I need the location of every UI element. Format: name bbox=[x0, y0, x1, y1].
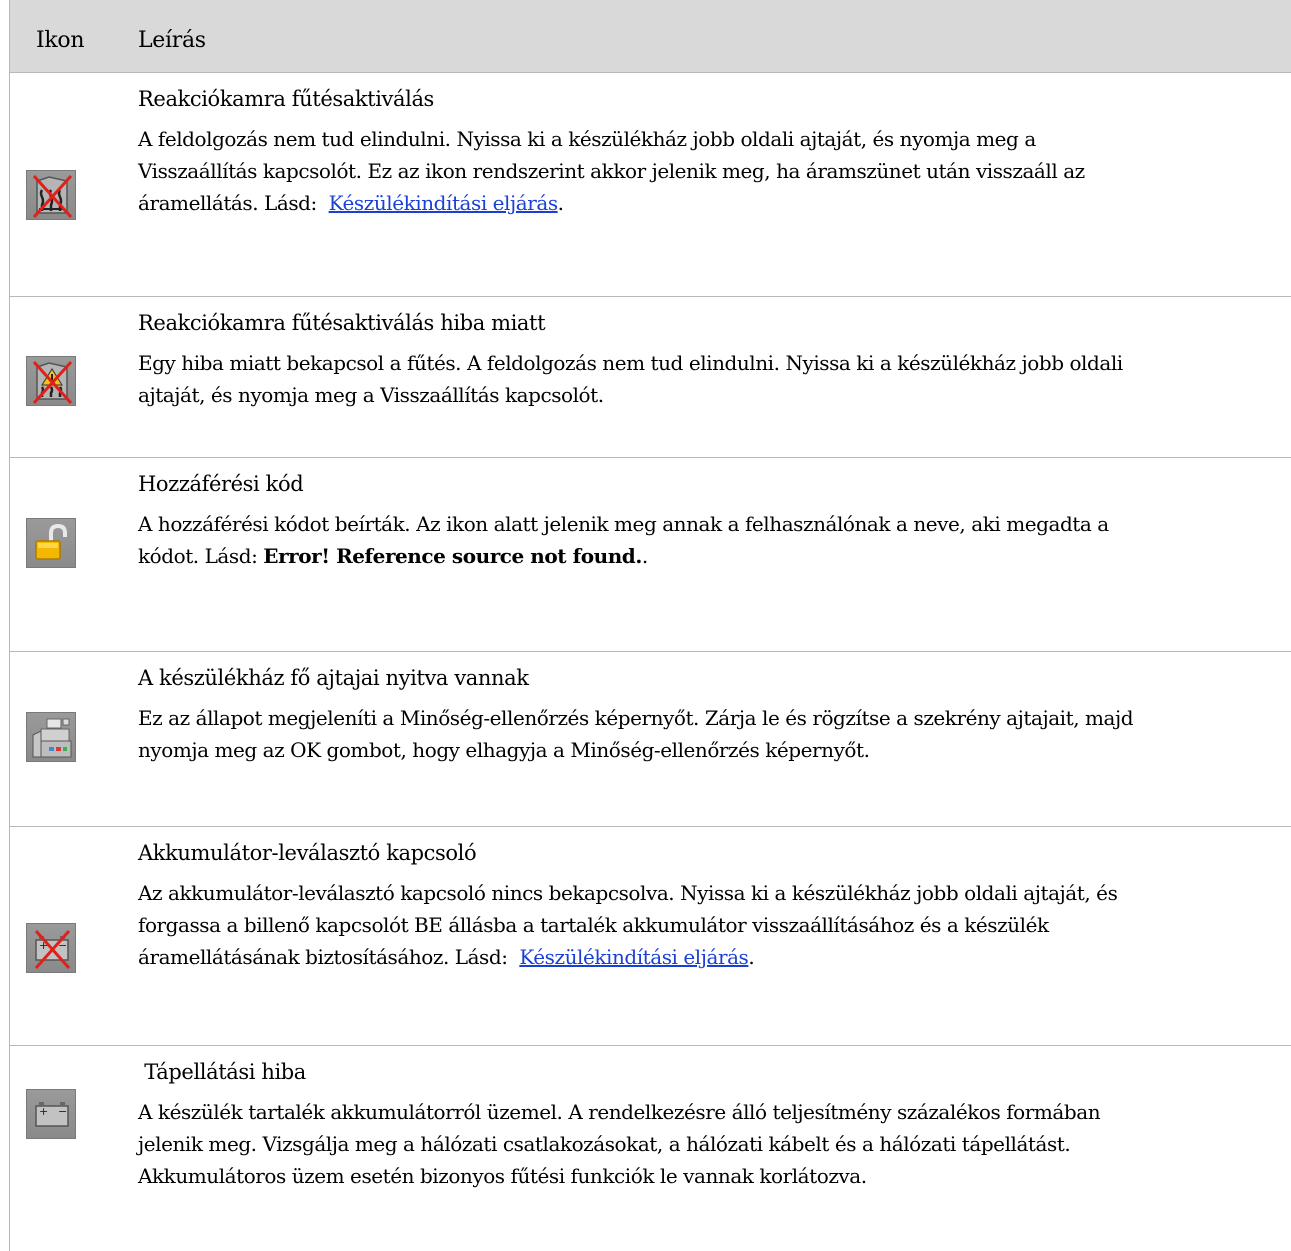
description-text: . bbox=[557, 191, 564, 215]
startup-procedure-link[interactable]: Készülékindítási eljárás bbox=[329, 191, 558, 215]
description-line: jelenik meg. Vizsgálja meg a hálózati cs… bbox=[138, 1132, 1071, 1156]
table-row: Reakciókamra fűtésaktiválás A feldolgozá… bbox=[10, 72, 1291, 296]
description-line: Egy hiba miatt bekapcsol a fűtés. A feld… bbox=[138, 351, 1123, 375]
description-line: kódot. Lásd: Error! Reference source not… bbox=[138, 540, 1288, 572]
battery-disconnected-icon: + − bbox=[26, 923, 76, 973]
icon-description-table: Ikon Leírás Reakciókamra fűtésaktiválás … bbox=[9, 0, 1291, 1251]
cabinet-doors-open-icon bbox=[26, 712, 76, 762]
table-row: + − Akkumulátor-leválasztó kapcsoló Az a… bbox=[10, 826, 1291, 1045]
description-line: A hozzáférési kódot beírták. Az ikon ala… bbox=[138, 512, 1109, 536]
description-line: forgassa a billenő kapcsolót BE állásba … bbox=[138, 913, 1049, 937]
padlock-open-icon bbox=[26, 518, 76, 568]
row-title: Reakciókamra fűtésaktiválás hiba miatt bbox=[138, 311, 546, 335]
heater-fault-icon bbox=[26, 356, 76, 406]
battery-icon: + − bbox=[26, 1089, 76, 1139]
row-description: Az akkumulátor-leválasztó kapcsoló nincs… bbox=[138, 877, 1288, 973]
startup-procedure-link[interactable]: Készülékindítási eljárás bbox=[519, 945, 748, 969]
row-description: A készülék tartalék akkumulátorról üzeme… bbox=[138, 1096, 1288, 1192]
table-row: Hozzáférési kód A hozzáférési kódot beír… bbox=[10, 457, 1291, 651]
row-title: A készülékház fő ajtajai nyitva vannak bbox=[138, 666, 529, 690]
table-row: A készülékház fő ajtajai nyitva vannak E… bbox=[10, 651, 1291, 826]
description-line: ajtaját, és nyomja meg a Visszaállítás k… bbox=[138, 383, 604, 407]
description-line: áramellátás. Lásd: Készülékindítási eljá… bbox=[138, 187, 1288, 219]
description-text: áramellátás. Lásd: bbox=[138, 191, 329, 215]
description-text: áramellátásának biztosításához. Lásd: bbox=[138, 945, 520, 969]
table-header: Ikon Leírás bbox=[10, 0, 1291, 72]
table-row: Reakciókamra fűtésaktiválás hiba miatt E… bbox=[10, 296, 1291, 457]
row-description: A hozzáférési kódot beírták. Az ikon ala… bbox=[138, 508, 1288, 572]
description-line: áramellátásának biztosításához. Lásd: Ké… bbox=[138, 941, 1288, 973]
description-line: nyomja meg az OK gombot, hogy elhagyja a… bbox=[138, 738, 870, 762]
description-line: A feldolgozás nem tud elindulni. Nyissa … bbox=[138, 127, 1036, 151]
table-row: + − Tápellátási hiba A készülék tartalék… bbox=[10, 1045, 1291, 1251]
reference-error-text: Error! Reference source not found. bbox=[263, 544, 642, 568]
description-line: A készülék tartalék akkumulátorról üzeme… bbox=[138, 1100, 1101, 1124]
row-title: Hozzáférési kód bbox=[138, 472, 304, 496]
row-title: Tápellátási hiba bbox=[138, 1060, 306, 1084]
description-line: Akkumulátoros üzem esetén bizonyos fűtés… bbox=[138, 1164, 867, 1188]
header-description-column: Leírás bbox=[138, 28, 206, 53]
row-description: Ez az állapot megjeleníti a Minőség-elle… bbox=[138, 702, 1288, 766]
row-title: Akkumulátor-leválasztó kapcsoló bbox=[138, 841, 477, 865]
header-icon-column: Ikon bbox=[36, 28, 85, 53]
row-description: Egy hiba miatt bekapcsol a fűtés. A feld… bbox=[138, 347, 1288, 411]
svg-text:+: + bbox=[39, 1105, 48, 1118]
description-text: . bbox=[748, 945, 755, 969]
heater-disabled-icon bbox=[26, 170, 76, 220]
description-line: Visszaállítás kapcsolót. Ez az ikon rend… bbox=[138, 159, 1085, 183]
description-text: kódot. Lásd: bbox=[138, 544, 264, 568]
row-description: A feldolgozás nem tud elindulni. Nyissa … bbox=[138, 123, 1288, 219]
description-text: . bbox=[641, 544, 648, 568]
description-line: Ez az állapot megjeleníti a Minőség-elle… bbox=[138, 706, 1134, 730]
row-title: Reakciókamra fűtésaktiválás bbox=[138, 87, 434, 111]
svg-text:−: − bbox=[58, 1105, 67, 1118]
description-line: Az akkumulátor-leválasztó kapcsoló nincs… bbox=[138, 881, 1118, 905]
